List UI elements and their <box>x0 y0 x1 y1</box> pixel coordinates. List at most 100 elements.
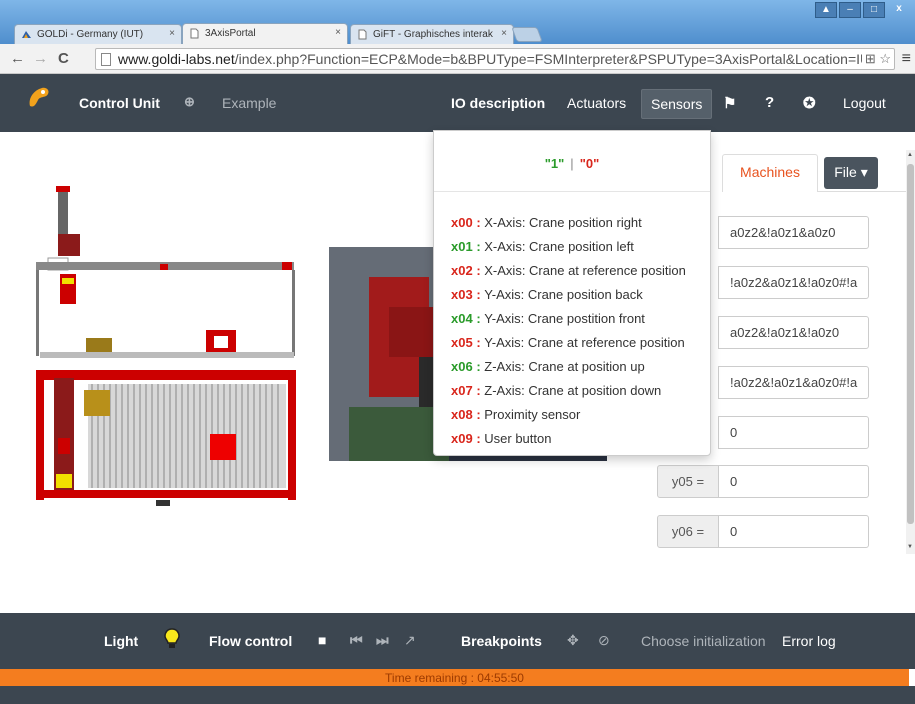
close-window-button[interactable]: x <box>887 2 911 18</box>
sensor-item-x06: x06 : Z-Axis: Crane at position up <box>451 359 645 374</box>
scrollbar-thumb[interactable] <box>907 164 914 524</box>
output-label-y06: y06 = <box>657 515 719 548</box>
sensor-code-colon: : <box>472 215 485 230</box>
browser-tab-goldi[interactable]: GOLDi - Germany (IUT) × <box>14 24 182 44</box>
step-back-icon[interactable]: ⏮ <box>350 632 363 649</box>
stop-icon[interactable]: ■ <box>318 632 326 648</box>
sensor-item-x09: x09 : User button <box>451 431 551 446</box>
forward-icon[interactable]: → <box>33 50 48 67</box>
output-field-y06[interactable]: 0 <box>718 515 869 548</box>
page-icon <box>101 53 111 66</box>
url-path: /index.php?Function=ECP&Mode=b&BPUType=F… <box>234 51 887 67</box>
sensors-dropdown: "1" | "0" x00 : X-Axis: Crane position rig… <box>433 130 711 456</box>
new-tab-button[interactable] <box>511 27 543 42</box>
choose-initialization-button[interactable]: Choose initialization <box>641 633 766 649</box>
tab-machines[interactable]: Machines <box>722 154 818 192</box>
expression-field[interactable]: !a0z2&!a0z1&a0z0#!a <box>718 366 869 399</box>
sensor-label: Y-Axis: Crane at reference position <box>484 335 685 350</box>
flag-icon[interactable]: ⚑ <box>723 94 736 112</box>
bookmark-star-icon[interactable]: ☆ <box>879 51 891 66</box>
control-unit-menu[interactable]: Control Unit <box>79 95 160 111</box>
sensor-label: User button <box>484 431 552 446</box>
footer <box>0 686 915 704</box>
sensor-code-colon: : <box>472 311 485 326</box>
sensor-code: x00 <box>451 215 473 230</box>
expression-field[interactable]: a0z2&!a0z1&a0z0 <box>718 216 869 249</box>
output-field-y05[interactable]: 0 <box>718 465 869 498</box>
legend-zero: "0" <box>579 156 600 171</box>
scroll-up-icon[interactable]: ▲ <box>907 152 913 158</box>
expression-field[interactable]: a0z2&!a0z1&!a0z0 <box>718 316 869 349</box>
check-circle-icon[interactable]: ⊘ <box>598 632 610 649</box>
file-dropdown-button[interactable]: File ▾ <box>824 157 878 189</box>
sensors-menu[interactable]: Sensors <box>641 89 713 119</box>
sensor-label: Z-Axis: Crane at position down <box>484 383 662 398</box>
sensor-code: x03 <box>451 287 473 302</box>
sensor-code: x06 <box>451 359 473 374</box>
app-navbar: Control Unit ⊕ Example IO description Ac… <box>0 74 915 132</box>
maximize-button[interactable]: □ <box>863 2 885 18</box>
scroll-down-icon[interactable]: ▼ <box>907 544 913 550</box>
crane-schematic <box>36 186 296 506</box>
upload-icon[interactable]: ⊕ <box>184 94 195 110</box>
minimize-button[interactable]: – <box>839 2 861 18</box>
close-icon[interactable]: × <box>501 28 507 39</box>
sensor-item-x02: x02 : X-Axis: Crane at reference positio… <box>451 263 686 278</box>
back-icon[interactable]: ← <box>10 50 25 67</box>
sensor-code-colon: : <box>472 335 485 350</box>
page-icon <box>190 28 199 39</box>
user-icon[interactable]: ▲ <box>815 2 837 18</box>
address-bar[interactable]: www.goldi-labs.net/index.php?Function=EC… <box>95 48 895 70</box>
share-icon[interactable]: ↗ <box>404 632 416 649</box>
reload-icon[interactable]: C <box>58 50 69 67</box>
expression-field[interactable]: !a0z2&a0z1&!a0z0#!a <box>718 266 869 299</box>
close-icon[interactable]: × <box>169 28 175 39</box>
panel-scrollbar[interactable]: ▲ ▼ <box>906 150 915 554</box>
caret-down-icon: ▾ <box>860 164 868 180</box>
sensor-code-colon: : <box>472 263 485 278</box>
sensor-item-x04: x04 : Y-Axis: Crane postition front <box>451 311 645 326</box>
state-legend: "1" | "0" <box>434 156 710 171</box>
crosshair-icon[interactable]: ✥ <box>567 632 579 649</box>
sensor-code-colon: : <box>472 287 485 302</box>
sensor-label: Y-Axis: Crane postition front <box>484 311 645 326</box>
sensor-code: x09 <box>451 431 473 446</box>
output-label-y05: y05 = <box>657 465 719 498</box>
settings-icon[interactable]: ✪ <box>803 94 816 112</box>
sensor-label: X-Axis: Crane position left <box>484 239 634 254</box>
light-label: Light <box>104 633 139 649</box>
sensor-item-x08: x08 : Proximity sensor <box>451 407 580 422</box>
goldi-favicon-icon <box>22 31 31 38</box>
browser-tab-gift[interactable]: GiFT - Graphisches interak × <box>350 24 514 44</box>
browser-tab-label: GOLDi - Germany (IUT) <box>37 29 144 40</box>
sensor-label: X-Axis: Crane at reference position <box>484 263 686 278</box>
error-log-button[interactable]: Error log <box>782 633 836 649</box>
step-forward-icon[interactable]: ⏭ <box>376 632 389 649</box>
sensor-code-colon: : <box>472 383 485 398</box>
lightbulb-icon[interactable] <box>164 628 180 650</box>
sensor-code: x08 <box>451 407 473 422</box>
browser-tab-label: GiFT - Graphisches interak <box>373 29 493 40</box>
logout-link[interactable]: Logout <box>843 95 886 111</box>
browser-tab-3axisportal[interactable]: 3AxisPortal × <box>182 23 348 44</box>
sensor-code: x04 <box>451 311 473 326</box>
close-icon[interactable]: × <box>335 27 341 38</box>
file-button-label: File <box>834 164 857 180</box>
expression-field[interactable]: 0 <box>718 416 869 449</box>
sensor-label: Proximity sensor <box>484 407 581 422</box>
legend-separator: | <box>570 156 574 171</box>
example-menu[interactable]: Example <box>222 95 276 111</box>
flow-control-label: Flow control <box>209 633 293 649</box>
goldi-logo-icon[interactable] <box>26 84 52 110</box>
window-controls: ▲ – □ x <box>815 2 911 18</box>
sensor-code: x07 <box>451 383 473 398</box>
translate-icon[interactable]: ⊞ <box>865 51 876 66</box>
help-icon[interactable]: ? <box>765 94 774 111</box>
browser-toolbar: ← → C www.goldi-labs.net/index.php?Funct… <box>0 44 915 74</box>
sensor-code: x02 <box>451 263 473 278</box>
divider <box>434 191 710 192</box>
io-description-label: IO description <box>451 95 546 111</box>
actuators-menu[interactable]: Actuators <box>567 95 626 111</box>
sensor-item-x05: x05 : Y-Axis: Crane at reference positio… <box>451 335 685 350</box>
browser-menu-icon[interactable]: ≡ <box>902 50 911 68</box>
